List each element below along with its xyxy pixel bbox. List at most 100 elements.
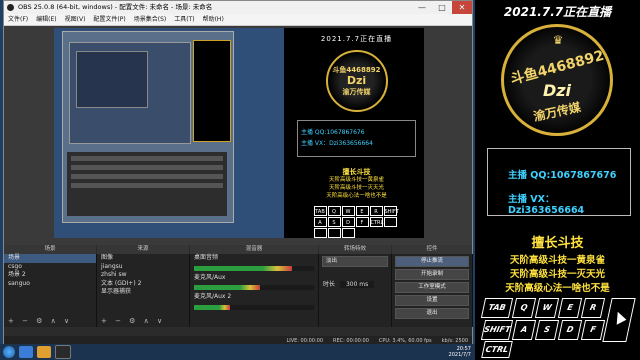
source-item[interactable]: 文本 (GDI+) 2	[97, 280, 189, 289]
volume-meter[interactable]	[194, 265, 314, 271]
skill-3: 天阶高级心法一啥也不是	[505, 283, 610, 294]
key-e: E	[557, 298, 583, 318]
menu-file[interactable]: 文件(F)	[8, 14, 28, 25]
key-q: Q	[511, 298, 537, 318]
mouse-key	[602, 298, 636, 342]
menu-bar: 文件(F) 编辑(E) 视图(V) 配置文件(P) 场景集合(S) 工具(T) …	[4, 14, 472, 26]
preview-skill-2: 天阶高级斗技一灭天光	[328, 184, 384, 191]
key-shift: SHIFT	[480, 320, 514, 340]
close-button[interactable]: ✕	[452, 1, 472, 14]
preview-logo-line3: 渝万传媒	[342, 87, 371, 96]
preview-skill-title: 擅长斗技	[342, 167, 371, 176]
transitions-header: 转场特效	[319, 245, 391, 254]
volume-meter-fill	[194, 304, 230, 310]
mixer-channel-label: 麦克风/Aux 2	[194, 293, 232, 300]
taskbar: 20:57 2021/7/7	[0, 344, 475, 360]
scenes-panel: 场景 csgo 场景 2 sanguo + − ⚙ ∧ ∨	[4, 254, 97, 327]
mini-key: A	[313, 216, 327, 227]
transitions-panel: 淡出 时长 300 ms	[319, 254, 392, 327]
skill-2: 天阶高级斗技一灭天光	[509, 269, 605, 280]
nested-capture-window	[62, 31, 234, 223]
menu-tools[interactable]: 工具(T)	[174, 14, 194, 25]
key-tab: TAB	[480, 298, 514, 318]
controls-panel: 停止推流 开始录制 工作室模式 设置 退出	[392, 254, 473, 327]
explorer-icon[interactable]	[37, 346, 51, 358]
sources-header: 来源	[97, 245, 189, 254]
stream-overlay: 2021.7.7正在直播 ♛ 斗鱼4468892 Dzi 渝万传媒 主播 QQ:…	[475, 0, 640, 360]
desktop: OBS 25.0.8 (64-bit, windows) - 配置文件: 未命名…	[0, 0, 475, 360]
menu-view[interactable]: 视图(V)	[65, 14, 86, 25]
settings-button[interactable]: 设置	[395, 295, 469, 306]
start-button-icon[interactable]	[3, 346, 15, 358]
source-item[interactable]: zhshi sw	[97, 271, 189, 280]
menu-profile[interactable]: 配置文件(P)	[93, 14, 125, 25]
start-recording-button[interactable]: 开始录制	[395, 269, 469, 280]
preview-canvas[interactable]: 2021.7.7正在直播 斗鱼4468892 Dzi 渝万传媒 主播 QQ:10…	[54, 28, 424, 238]
cursor-icon	[612, 309, 627, 325]
preview-host-vx: 主播 VX：Dzi363656664	[301, 140, 373, 148]
mini-key: D	[341, 216, 355, 227]
source-item[interactable]: 显示器捕获	[97, 288, 189, 297]
key-d: D	[557, 320, 583, 340]
volume-meter-fill	[194, 285, 260, 290]
scenes-header: 场景	[4, 245, 96, 254]
nested-capture	[54, 28, 284, 238]
source-item[interactable]: 图像	[97, 254, 189, 263]
exit-button[interactable]: 退出	[395, 308, 469, 319]
mixer-channel-label: 桌面音频	[194, 254, 219, 261]
obs-taskbar-icon[interactable]	[55, 345, 71, 359]
transition-select[interactable]: 淡出	[322, 256, 388, 267]
scene-item[interactable]: 场景 2	[4, 271, 96, 280]
volume-meter[interactable]	[194, 304, 314, 310]
sources-toolbar[interactable]: + − ⚙ ∧ ∨	[101, 317, 165, 325]
clock-date: 2021/7/7	[448, 352, 471, 358]
preview-date: 2021.7.7正在直播	[320, 35, 393, 43]
host-contact-box: 主播 QQ:1067867676 主播 VX：Dzi363656664	[487, 148, 631, 216]
mixer-channel-label: 麦克风/Aux	[194, 273, 226, 281]
nested-overlay-thumbnail	[193, 40, 231, 142]
mini-key: S	[327, 216, 341, 227]
menu-edit[interactable]: 编辑(E)	[36, 14, 56, 25]
minimize-button[interactable]: —	[412, 1, 432, 14]
volume-meter[interactable]	[194, 285, 314, 290]
mini-key: W	[341, 205, 355, 216]
sources-panel: 图像 jiangsu zhshi sw 文本 (GDI+) 2 显示器捕获 + …	[97, 254, 190, 327]
host-vx: 主播 VX：Dzi363656664	[508, 194, 585, 216]
mini-key: Q	[327, 205, 341, 216]
preview-host-box: 主播 QQ:1067867676 主播 VX：Dzi363656664	[297, 120, 416, 157]
menu-scene-collection[interactable]: 场景集合(S)	[134, 14, 167, 25]
title-bar: OBS 25.0.8 (64-bit, windows) - 配置文件: 未命名…	[4, 1, 472, 14]
preview-skill-1: 天阶高级斗技一黄泉雀	[328, 176, 384, 183]
scene-item[interactable]: sanguo	[4, 280, 96, 289]
obs-logo-icon	[7, 4, 14, 11]
system-clock[interactable]: 20:57 2021/7/7	[449, 346, 471, 358]
maximize-button[interactable]: □	[432, 1, 452, 14]
nested-dock	[67, 152, 227, 216]
key-s: S	[534, 320, 560, 340]
mini-key	[327, 227, 341, 238]
nested-capture-window-3	[76, 51, 148, 108]
preview-skill-3: 天阶高级心法一啥也不是	[326, 192, 387, 199]
controls-header: 控件	[392, 245, 472, 254]
ie-icon[interactable]	[19, 346, 33, 358]
obs-window: OBS 25.0.8 (64-bit, windows) - 配置文件: 未命名…	[3, 0, 473, 347]
scene-item[interactable]: 场景	[4, 254, 96, 263]
nested-capture-window-2	[69, 42, 191, 144]
window-title: OBS 25.0.8 (64-bit, windows) - 配置文件: 未命名…	[18, 3, 213, 11]
scene-item[interactable]: csgo	[4, 263, 96, 272]
keyboard-row-2: SHIFT A S D F	[480, 320, 606, 340]
menu-help[interactable]: 帮助(H)	[203, 14, 224, 25]
stop-streaming-button[interactable]: 停止推流	[395, 256, 469, 267]
studio-mode-button[interactable]: 工作室模式	[395, 282, 469, 293]
key-a: A	[511, 320, 537, 340]
preview-host-qq: 主播 QQ:1067867676	[301, 129, 365, 136]
mini-key: E	[355, 205, 369, 216]
scenes-toolbar[interactable]: + − ⚙ ∧ ∨	[8, 317, 72, 325]
skill-1: 天阶高级斗技一黄泉雀	[509, 255, 605, 266]
skill-title: 擅长斗技	[531, 236, 584, 251]
mini-key: R	[369, 205, 383, 216]
source-item[interactable]: jiangsu	[97, 263, 189, 272]
crown-icon: ♛	[552, 33, 564, 47]
transition-duration-input[interactable]: 300 ms	[339, 281, 375, 288]
preview-logo-line2: Dzi	[346, 74, 367, 88]
